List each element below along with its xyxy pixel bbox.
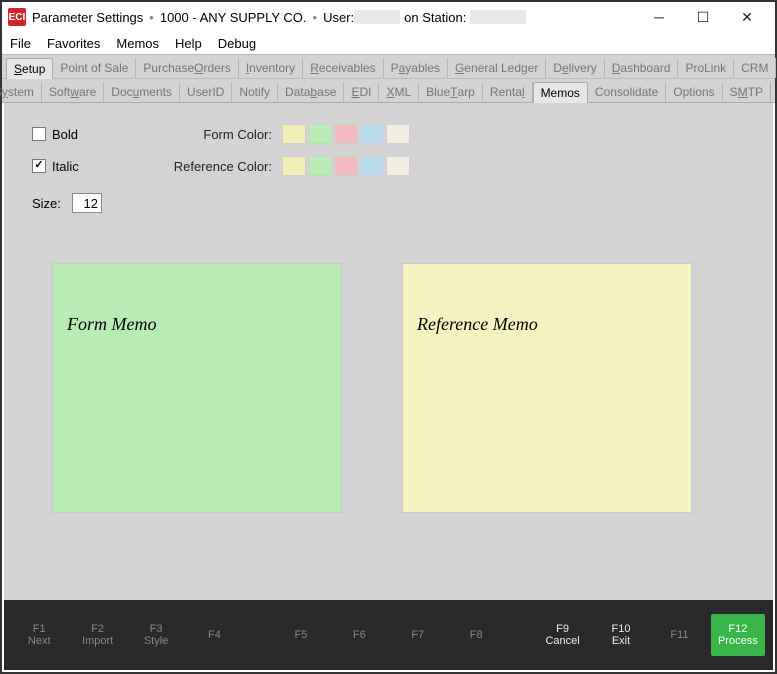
- subtab-userid[interactable]: UserID: [180, 82, 232, 102]
- title-station-prefix: on Station:: [404, 10, 466, 25]
- size-label: Size:: [32, 196, 72, 211]
- title-station-redacted: [470, 10, 526, 24]
- bold-checkbox[interactable]: [32, 127, 46, 141]
- titlebar: ECI Parameter Settings • 1000 - ANY SUPP…: [2, 2, 775, 32]
- app-icon: ECI: [8, 8, 26, 26]
- swatch-form-blue[interactable]: [360, 124, 384, 144]
- fkey-f9[interactable]: F9Cancel: [535, 614, 589, 656]
- fkey-f5[interactable]: F5: [274, 614, 328, 656]
- subtab-options[interactable]: Options: [666, 82, 722, 102]
- fkey-f1[interactable]: F1Next: [12, 614, 66, 656]
- swatch-form-pink[interactable]: [334, 124, 358, 144]
- title-sep: •: [313, 10, 318, 25]
- subtab-software[interactable]: Software: [42, 82, 104, 102]
- swatch-ref-yellow[interactable]: [282, 156, 306, 176]
- title-segment-2: 1000 - ANY SUPPLY CO.: [160, 10, 307, 25]
- content-area: Bold Form Color: Italic Reference Color:…: [4, 103, 773, 600]
- tab-setup[interactable]: Setup: [6, 58, 53, 79]
- swatch-ref-cream[interactable]: [386, 156, 410, 176]
- title-user-redacted: [354, 10, 400, 24]
- tab-point-of-sale[interactable]: Point of Sale: [53, 58, 136, 78]
- swatch-ref-pink[interactable]: [334, 156, 358, 176]
- tabs-secondary: System Software Documents UserID Notify …: [2, 79, 775, 103]
- subtab-consolidate[interactable]: Consolidate: [588, 82, 666, 102]
- tab-dashboard[interactable]: Dashboard: [605, 58, 679, 78]
- swatch-form-green[interactable]: [308, 124, 332, 144]
- maximize-button[interactable]: ☐: [681, 3, 725, 31]
- reference-memo-preview: Reference Memo: [402, 263, 692, 513]
- menu-favorites[interactable]: Favorites: [47, 36, 100, 51]
- size-input[interactable]: [72, 193, 102, 213]
- tab-crm[interactable]: CRM: [734, 58, 776, 78]
- subtab-system[interactable]: System: [0, 82, 42, 102]
- fkey-f8[interactable]: F8: [449, 614, 503, 656]
- bold-label: Bold: [52, 127, 78, 142]
- swatch-form-yellow[interactable]: [282, 124, 306, 144]
- subtab-notify[interactable]: Notify: [232, 82, 278, 102]
- function-key-bar: F1Next F2Import F3Style F4 F5 F6 F7 F8 F…: [4, 600, 773, 670]
- minimize-button[interactable]: ─: [637, 3, 681, 31]
- form-color-label: Form Color:: [172, 127, 282, 142]
- reference-color-label: Reference Color:: [172, 159, 282, 174]
- fkey-f7[interactable]: F7: [391, 614, 445, 656]
- menu-file[interactable]: File: [10, 36, 31, 51]
- subtab-database[interactable]: Database: [278, 82, 344, 102]
- subtab-memos[interactable]: Memos: [533, 82, 588, 103]
- tab-receivables[interactable]: Receivables: [303, 58, 383, 78]
- tab-delivery[interactable]: Delivery: [546, 58, 604, 78]
- tab-general-ledger[interactable]: General Ledger: [448, 58, 546, 78]
- fkey-f10[interactable]: F10Exit: [594, 614, 648, 656]
- fkey-f6[interactable]: F6: [332, 614, 386, 656]
- subtab-smtp[interactable]: SMTP: [723, 82, 771, 102]
- italic-label: Italic: [52, 159, 79, 174]
- tab-payables[interactable]: Payables: [384, 58, 448, 78]
- fkey-f12[interactable]: F12Process: [711, 614, 765, 656]
- form-color-swatches: [282, 124, 410, 144]
- close-button[interactable]: ✕: [725, 3, 769, 31]
- menu-help[interactable]: Help: [175, 36, 202, 51]
- tabs-primary: Setup Point of Sale Purchase Orders Inve…: [2, 54, 775, 79]
- subtab-rental[interactable]: Rental: [483, 82, 533, 102]
- swatch-ref-blue[interactable]: [360, 156, 384, 176]
- reference-color-swatches: [282, 156, 410, 176]
- title-sep: •: [149, 10, 154, 25]
- subtab-xml[interactable]: XML: [379, 82, 419, 102]
- menu-memos[interactable]: Memos: [116, 36, 159, 51]
- subtab-bluetarp[interactable]: BlueTarp: [419, 82, 483, 102]
- form-memo-preview: Form Memo: [52, 263, 342, 513]
- swatch-ref-green[interactable]: [308, 156, 332, 176]
- title-segment-1: Parameter Settings: [32, 10, 143, 25]
- title-user-prefix: User:: [323, 10, 354, 25]
- fkey-f3[interactable]: F3Style: [129, 614, 183, 656]
- tab-inventory[interactable]: Inventory: [239, 58, 303, 78]
- subtab-documents[interactable]: Documents: [104, 82, 180, 102]
- italic-checkbox[interactable]: [32, 159, 46, 173]
- subtab-edi[interactable]: EDI: [344, 82, 379, 102]
- fkey-f4[interactable]: F4: [187, 614, 241, 656]
- fkey-f11[interactable]: F11: [652, 614, 706, 656]
- tab-purchase-orders[interactable]: Purchase Orders: [136, 58, 238, 78]
- tab-prolink[interactable]: ProLink: [678, 58, 734, 78]
- swatch-form-cream[interactable]: [386, 124, 410, 144]
- fkey-f2[interactable]: F2Import: [70, 614, 124, 656]
- menu-debug[interactable]: Debug: [218, 36, 256, 51]
- menubar: File Favorites Memos Help Debug: [2, 32, 775, 54]
